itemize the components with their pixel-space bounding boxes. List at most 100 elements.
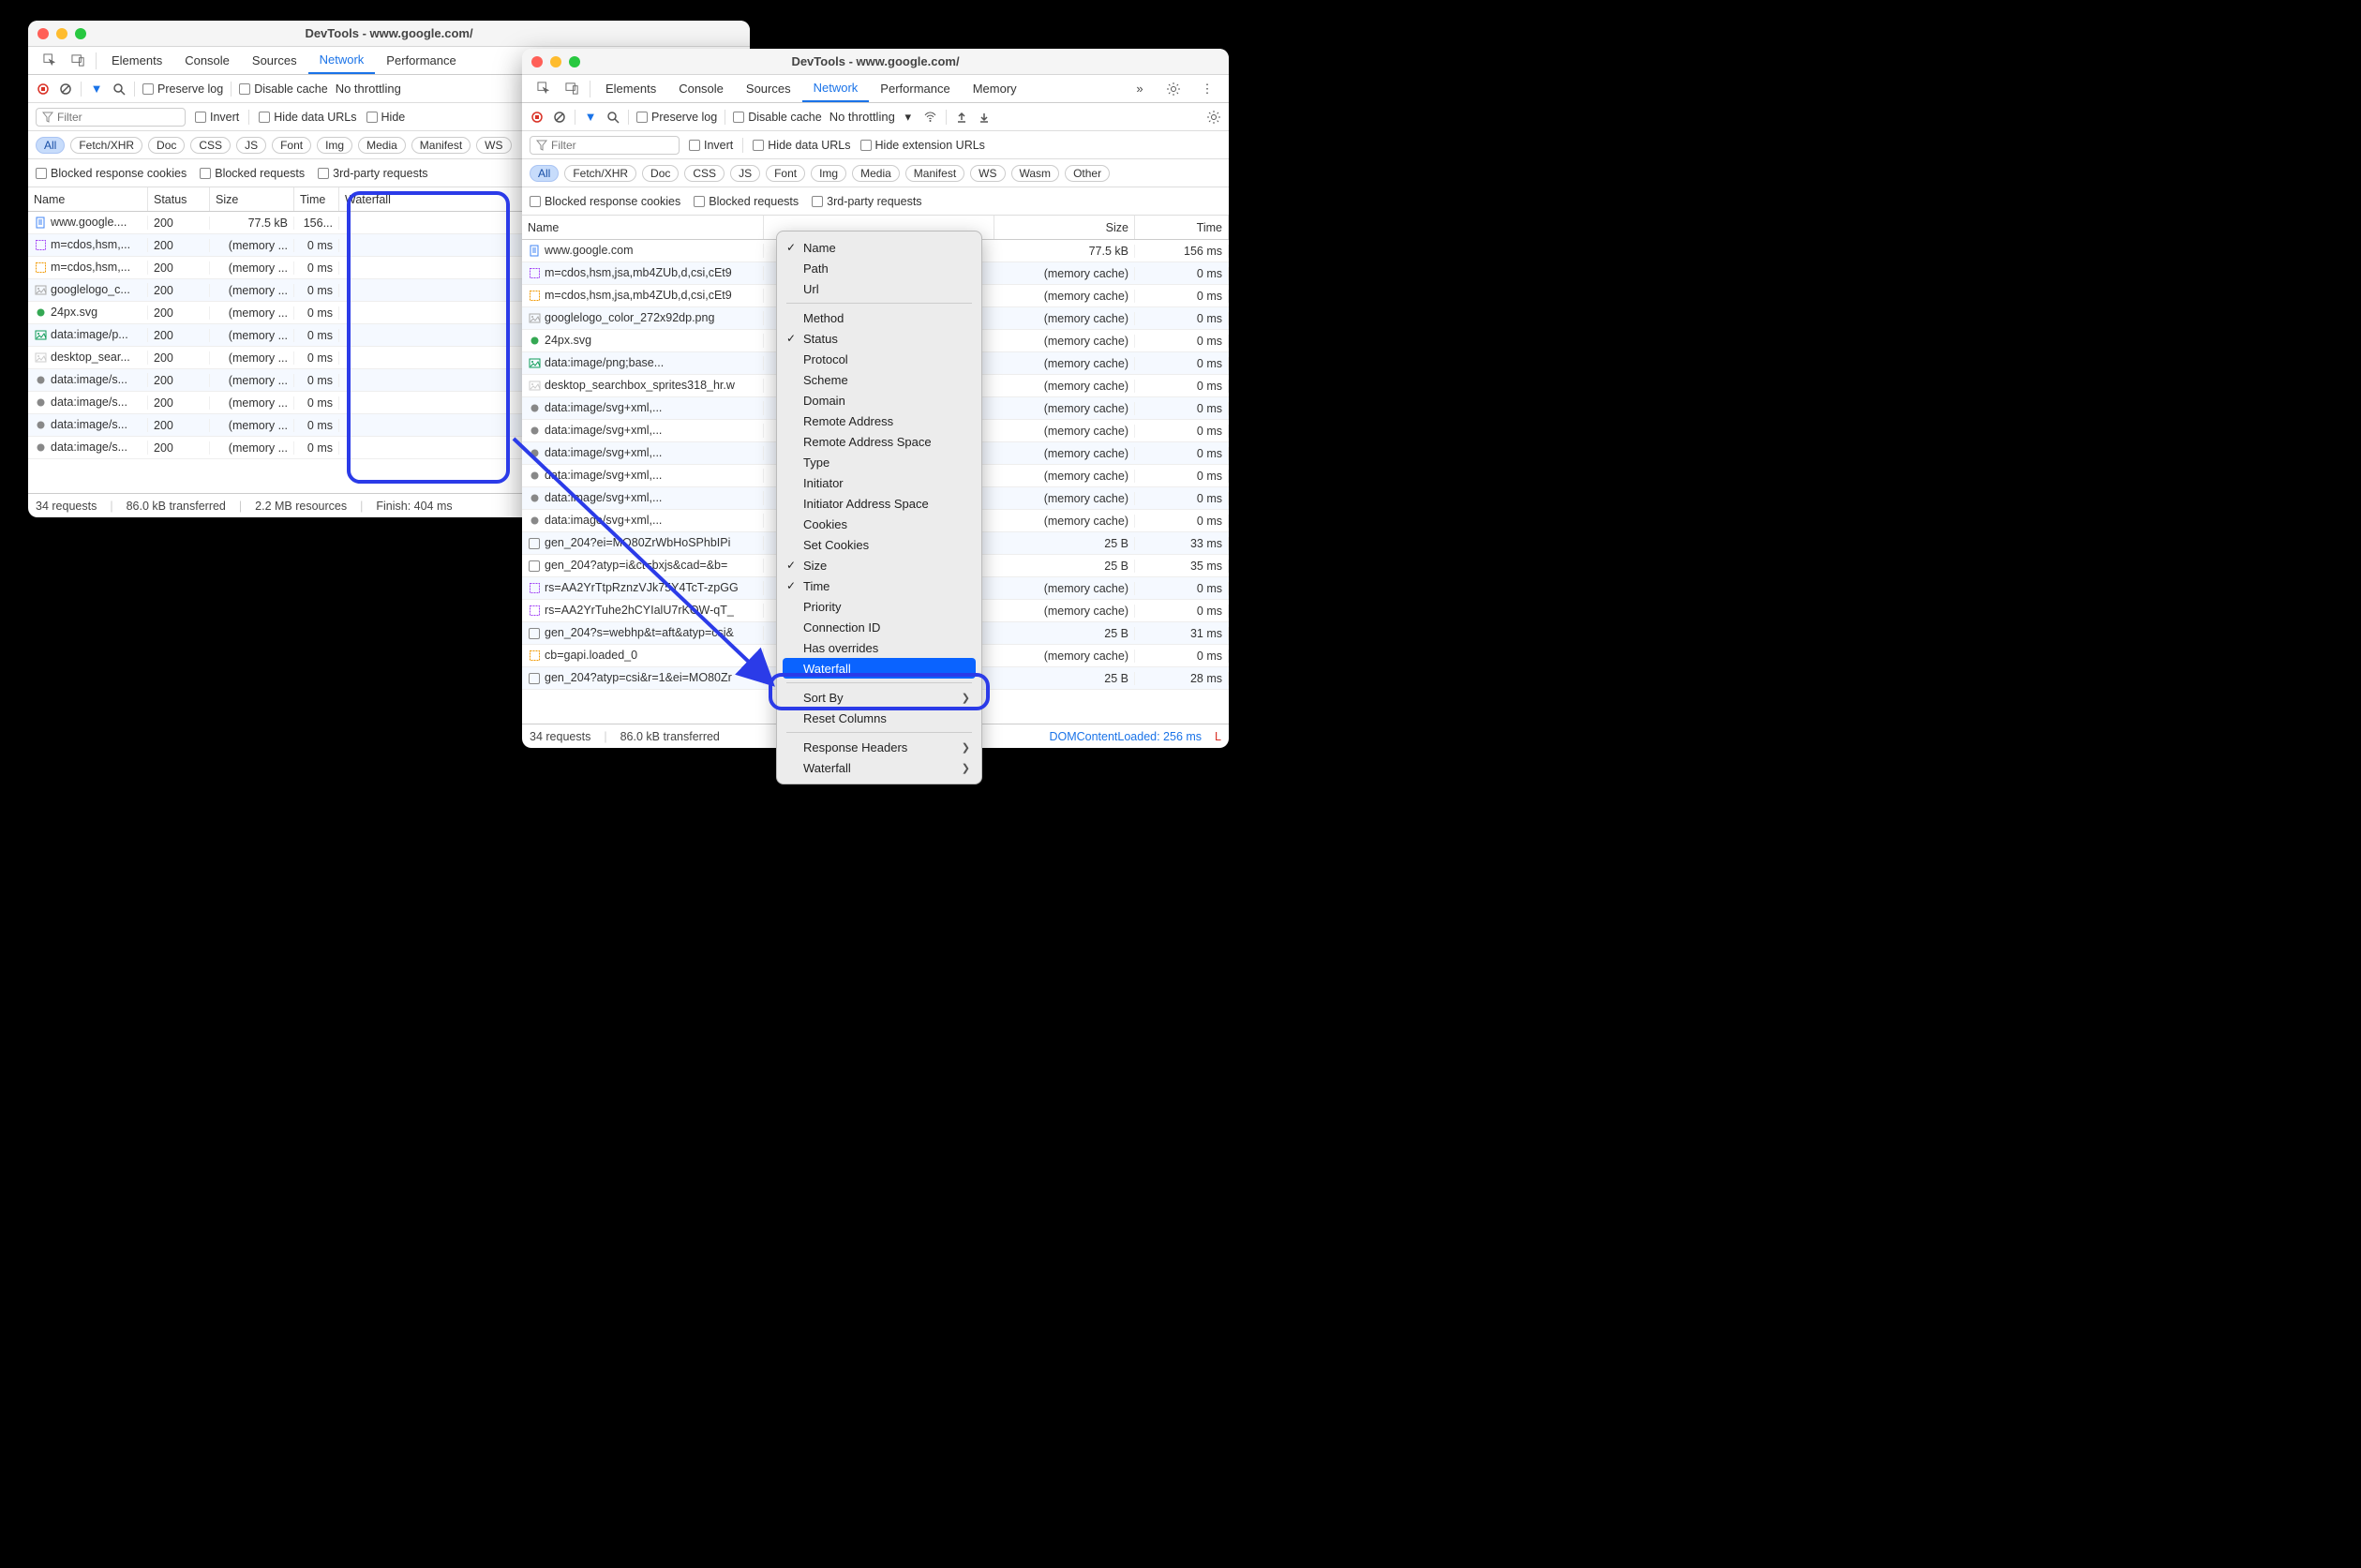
tab-sources[interactable]: Sources bbox=[735, 76, 802, 102]
close-icon[interactable] bbox=[37, 28, 49, 39]
minimize-icon[interactable] bbox=[56, 28, 67, 39]
type-filter-js[interactable]: JS bbox=[236, 137, 266, 154]
menu-item-sort-by[interactable]: Sort By❯ bbox=[777, 687, 981, 708]
type-filter-js[interactable]: JS bbox=[730, 165, 760, 182]
menu-item-path[interactable]: Path bbox=[777, 258, 981, 278]
menu-item-time[interactable]: ✓Time bbox=[777, 575, 981, 596]
type-filter-doc[interactable]: Doc bbox=[148, 137, 185, 154]
tab-performance[interactable]: Performance bbox=[869, 76, 961, 102]
download-icon[interactable] bbox=[977, 110, 992, 125]
menu-item-size[interactable]: ✓Size bbox=[777, 555, 981, 575]
tab-memory[interactable]: Memory bbox=[962, 76, 1028, 102]
type-filter-media[interactable]: Media bbox=[358, 137, 406, 154]
type-filter-font[interactable]: Font bbox=[766, 165, 805, 182]
type-filter-ws[interactable]: WS bbox=[476, 137, 511, 154]
menu-item-remote-address[interactable]: Remote Address bbox=[777, 411, 981, 431]
tab-network[interactable]: Network bbox=[308, 48, 376, 74]
clear-icon[interactable] bbox=[58, 82, 73, 97]
type-filter-doc[interactable]: Doc bbox=[642, 165, 679, 182]
type-filter-img[interactable]: Img bbox=[811, 165, 846, 182]
col-time[interactable]: Time bbox=[294, 187, 339, 211]
tab-performance[interactable]: Performance bbox=[375, 48, 467, 74]
settings-icon[interactable] bbox=[1165, 81, 1182, 97]
type-filter-img[interactable]: Img bbox=[317, 137, 352, 154]
type-filter-manifest[interactable]: Manifest bbox=[905, 165, 964, 182]
menu-item-scheme[interactable]: Scheme bbox=[777, 369, 981, 390]
type-filter-font[interactable]: Font bbox=[272, 137, 311, 154]
menu-item-has-overrides[interactable]: Has overrides bbox=[777, 637, 981, 658]
menu-item-waterfall[interactable]: Waterfall bbox=[783, 658, 976, 679]
inspect-icon[interactable] bbox=[535, 81, 552, 97]
tab-network[interactable]: Network bbox=[802, 76, 870, 102]
hide-data-urls-checkbox[interactable]: Hide data URLs bbox=[259, 111, 356, 124]
menu-item-response-headers[interactable]: Response Headers❯ bbox=[777, 737, 981, 757]
filter-input[interactable] bbox=[36, 108, 186, 127]
hide-ext-urls-checkbox[interactable]: Hide bbox=[366, 111, 406, 124]
wifi-icon[interactable] bbox=[923, 110, 938, 125]
col-name[interactable]: Name bbox=[522, 216, 764, 239]
filter-input[interactable] bbox=[530, 136, 680, 155]
col-name[interactable]: Name bbox=[28, 187, 148, 211]
type-filter-all[interactable]: All bbox=[530, 165, 559, 182]
menu-item-set-cookies[interactable]: Set Cookies bbox=[777, 534, 981, 555]
chevron-down-icon[interactable]: ▾ bbox=[901, 110, 916, 125]
clear-icon[interactable] bbox=[552, 110, 567, 125]
type-filter-media[interactable]: Media bbox=[852, 165, 900, 182]
inspect-icon[interactable] bbox=[41, 52, 58, 69]
menu-item-initiator[interactable]: Initiator bbox=[777, 472, 981, 493]
disable-cache-checkbox[interactable]: Disable cache bbox=[239, 82, 328, 96]
invert-checkbox[interactable]: Invert bbox=[195, 111, 239, 124]
menu-item-connection-id[interactable]: Connection ID bbox=[777, 617, 981, 637]
invert-checkbox[interactable]: Invert bbox=[689, 139, 733, 152]
blocked-cookies-checkbox[interactable]: Blocked response cookies bbox=[530, 195, 680, 208]
tab-elements[interactable]: Elements bbox=[594, 76, 667, 102]
device-icon[interactable] bbox=[69, 52, 86, 69]
minimize-icon[interactable] bbox=[550, 56, 561, 67]
tab-elements[interactable]: Elements bbox=[100, 48, 173, 74]
filter-icon[interactable]: ▼ bbox=[89, 82, 104, 97]
type-filter-css[interactable]: CSS bbox=[190, 137, 231, 154]
upload-icon[interactable] bbox=[954, 110, 969, 125]
menu-item-initiator-address-space[interactable]: Initiator Address Space bbox=[777, 493, 981, 514]
tab-sources[interactable]: Sources bbox=[241, 48, 308, 74]
preserve-log-checkbox[interactable]: Preserve log bbox=[636, 111, 717, 124]
type-filter-wasm[interactable]: Wasm bbox=[1011, 165, 1060, 182]
col-time[interactable]: Time bbox=[1135, 216, 1229, 239]
blocked-requests-checkbox[interactable]: Blocked requests bbox=[200, 167, 305, 180]
device-icon[interactable] bbox=[563, 81, 580, 97]
type-filter-css[interactable]: CSS bbox=[684, 165, 725, 182]
tab-console[interactable]: Console bbox=[667, 76, 735, 102]
record-icon[interactable] bbox=[530, 110, 545, 125]
type-filter-other[interactable]: Other bbox=[1065, 165, 1110, 182]
blocked-requests-checkbox[interactable]: Blocked requests bbox=[694, 195, 799, 208]
record-icon[interactable] bbox=[36, 82, 51, 97]
col-size[interactable]: Size bbox=[210, 187, 294, 211]
thirdparty-checkbox[interactable]: 3rd-party requests bbox=[812, 195, 921, 208]
menu-item-protocol[interactable]: Protocol bbox=[777, 349, 981, 369]
menu-item-priority[interactable]: Priority bbox=[777, 596, 981, 617]
menu-item-domain[interactable]: Domain bbox=[777, 390, 981, 411]
menu-item-cookies[interactable]: Cookies bbox=[777, 514, 981, 534]
tab-console[interactable]: Console bbox=[173, 48, 241, 74]
type-filter-fetch-xhr[interactable]: Fetch/XHR bbox=[564, 165, 636, 182]
menu-item-url[interactable]: Url bbox=[777, 278, 981, 299]
more-tabs-icon[interactable]: » bbox=[1131, 81, 1148, 97]
menu-item-method[interactable]: Method bbox=[777, 307, 981, 328]
hide-ext-urls-checkbox[interactable]: Hide extension URLs bbox=[860, 139, 985, 152]
preserve-log-checkbox[interactable]: Preserve log bbox=[142, 82, 223, 96]
blocked-cookies-checkbox[interactable]: Blocked response cookies bbox=[36, 167, 187, 180]
throttling-select[interactable]: No throttling bbox=[336, 82, 401, 96]
menu-item-waterfall[interactable]: Waterfall❯ bbox=[777, 757, 981, 778]
menu-item-reset-columns[interactable]: Reset Columns bbox=[777, 708, 981, 728]
menu-item-name[interactable]: ✓Name bbox=[777, 237, 981, 258]
type-filter-all[interactable]: All bbox=[36, 137, 65, 154]
filter-icon[interactable]: ▼ bbox=[583, 110, 598, 125]
type-filter-manifest[interactable]: Manifest bbox=[411, 137, 471, 154]
menu-item-remote-address-space[interactable]: Remote Address Space bbox=[777, 431, 981, 452]
zoom-icon[interactable] bbox=[75, 28, 86, 39]
close-icon[interactable] bbox=[531, 56, 543, 67]
kebab-icon[interactable]: ⋮ bbox=[1199, 81, 1216, 97]
type-filter-fetch-xhr[interactable]: Fetch/XHR bbox=[70, 137, 142, 154]
menu-item-status[interactable]: ✓Status bbox=[777, 328, 981, 349]
hide-data-urls-checkbox[interactable]: Hide data URLs bbox=[753, 139, 850, 152]
